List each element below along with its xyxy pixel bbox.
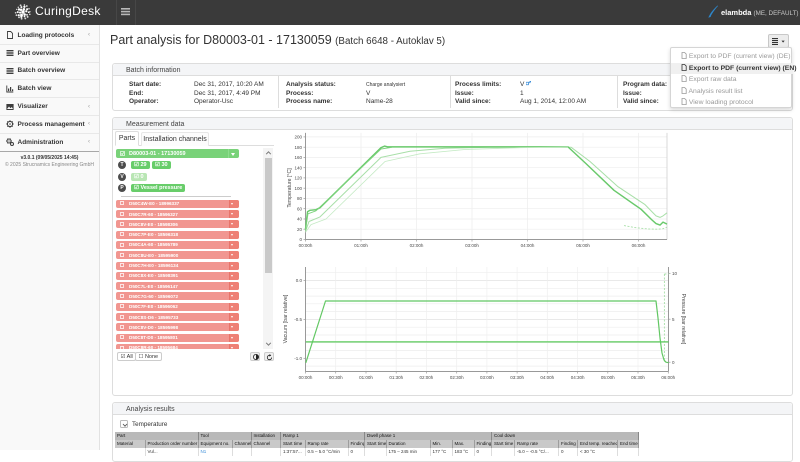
svg-text:120: 120 [294, 176, 302, 181]
svg-text:Vacuum [bar relative]: Vacuum [bar relative] [283, 294, 289, 343]
svg-text:140: 140 [294, 165, 302, 170]
svg-text:00:00h: 00:00h [299, 243, 313, 248]
svg-text:-1.0: -1.0 [294, 356, 302, 361]
svg-text:01:00h: 01:00h [354, 243, 368, 248]
svg-text:160: 160 [294, 155, 302, 160]
svg-text:01:30h: 01:30h [389, 375, 403, 380]
svg-text:03:00h: 03:00h [465, 243, 479, 248]
svg-text:05:00h: 05:00h [576, 243, 590, 248]
svg-text:-0.5: -0.5 [294, 317, 302, 322]
svg-text:01:00h: 01:00h [359, 375, 373, 380]
svg-text:180: 180 [294, 145, 302, 150]
svg-text:03:30h: 03:30h [510, 375, 524, 380]
svg-text:80: 80 [297, 196, 303, 201]
svg-text:100: 100 [294, 186, 302, 191]
svg-text:Temperature [°C]: Temperature [°C] [287, 168, 293, 208]
svg-text:05:30h: 05:30h [631, 375, 645, 380]
svg-text:06:00h: 06:00h [632, 243, 646, 248]
svg-text:0: 0 [672, 360, 675, 365]
svg-text:04:30h: 04:30h [571, 375, 585, 380]
svg-text:02:00h: 02:00h [420, 375, 434, 380]
svg-text:Pressure [bar relative]: Pressure [bar relative] [680, 294, 686, 345]
svg-text:06:00h: 06:00h [661, 375, 675, 380]
svg-text:02:00h: 02:00h [410, 243, 424, 248]
svg-text:0.0: 0.0 [296, 278, 303, 283]
svg-text:5: 5 [672, 317, 675, 322]
svg-text:0: 0 [299, 237, 302, 242]
svg-text:02:30h: 02:30h [450, 375, 464, 380]
svg-text:00:30h: 00:30h [329, 375, 343, 380]
svg-text:05:00h: 05:00h [601, 375, 615, 380]
svg-text:40: 40 [297, 217, 303, 222]
svg-text:20: 20 [297, 227, 303, 232]
svg-text:03:00h: 03:00h [480, 375, 494, 380]
svg-text:60: 60 [297, 206, 303, 211]
svg-text:04:00h: 04:00h [540, 375, 554, 380]
svg-text:10: 10 [672, 271, 678, 276]
svg-text:200: 200 [294, 135, 302, 140]
svg-text:00:00h: 00:00h [299, 375, 313, 380]
svg-text:04:00h: 04:00h [521, 243, 535, 248]
